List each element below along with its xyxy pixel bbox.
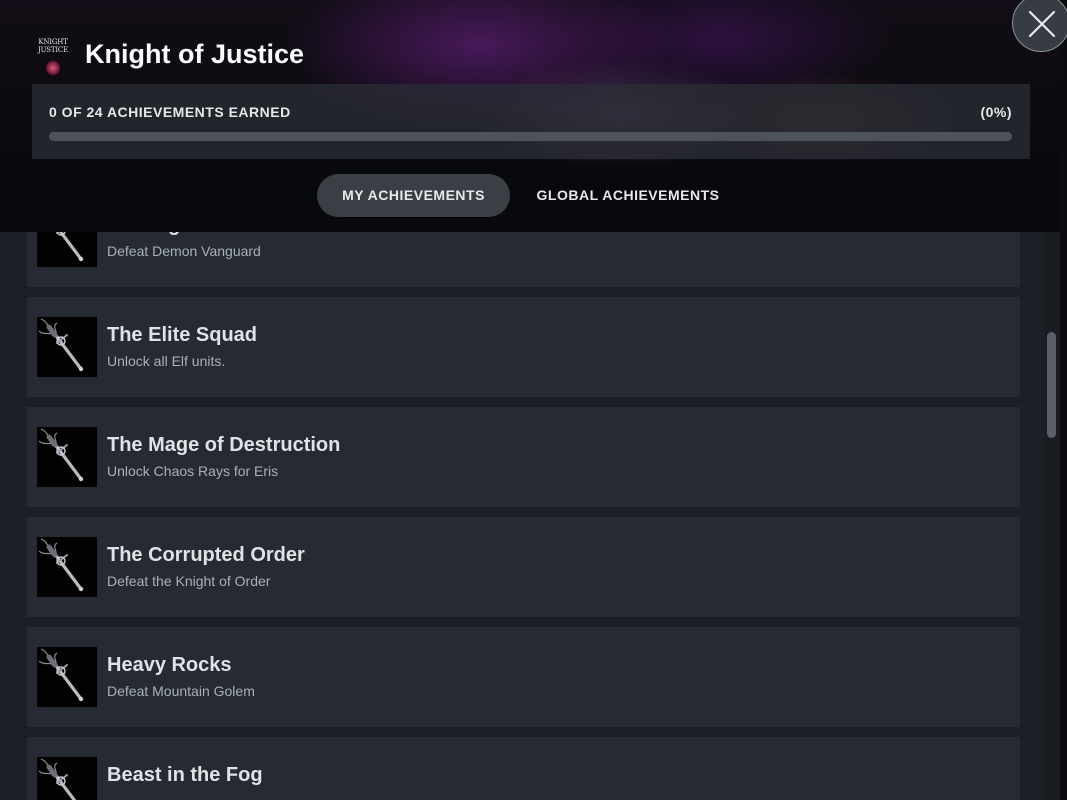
sword-icon	[37, 427, 97, 487]
sword-icon	[37, 317, 97, 377]
close-button[interactable]	[1012, 0, 1067, 52]
achievement-description: Unlock all Elf units.	[107, 353, 226, 369]
sword-icon	[37, 757, 97, 800]
achievement-description: Defeat Mountain Golem	[107, 683, 255, 699]
progress-bar	[49, 132, 1012, 141]
scrollbar-thumb[interactable]	[1047, 332, 1056, 438]
close-icon	[1028, 10, 1056, 38]
achievements-header: KNIGHT JUSTICE Knight of Justice 0 OF 24…	[0, 0, 1060, 232]
achievement-title: Beast in the Fog	[107, 764, 263, 786]
logo-emblem	[46, 60, 60, 76]
achievement-description: Defeat Demon Vanguard	[107, 243, 261, 259]
achievement-description: Defeat the Knight of Order	[107, 573, 271, 589]
achievement-row[interactable]: The Corrupted Order Defeat the Knight of…	[27, 517, 1020, 617]
tab-my-achievements[interactable]: MY ACHIEVEMENTS	[317, 174, 510, 217]
window-edge	[1060, 0, 1067, 800]
achievement-row[interactable]: The Mage of Destruction Unlock Chaos Ray…	[27, 407, 1020, 507]
achievement-row[interactable]: Beast in the Fog	[27, 737, 1020, 800]
progress-label: 0 OF 24 ACHIEVEMENTS EARNED	[49, 104, 291, 120]
game-logo: KNIGHT JUSTICE	[36, 38, 70, 80]
scrollbar-track[interactable]	[1045, 232, 1059, 800]
sword-icon	[37, 647, 97, 707]
sword-icon	[37, 537, 97, 597]
achievement-description: Unlock Chaos Rays for Eris	[107, 463, 279, 479]
achievement-title: The Mage of Destruction	[107, 434, 341, 456]
achievement-row[interactable]: The Elite Squad Unlock all Elf units.	[27, 297, 1020, 397]
progress-percent: (0%)	[980, 104, 1012, 120]
progress-panel: 0 OF 24 ACHIEVEMENTS EARNED (0%)	[32, 84, 1030, 159]
achievement-title: Heavy Rocks	[107, 654, 232, 676]
game-title: Knight of Justice	[85, 39, 305, 69]
achievement-title: The Corrupted Order	[107, 544, 305, 566]
achievement-title: The Elite Squad	[107, 324, 258, 346]
tab-global-achievements[interactable]: GLOBAL ACHIEVEMENTS	[518, 174, 738, 217]
achievement-row[interactable]: Heavy Rocks Defeat Mountain Golem	[27, 627, 1020, 727]
